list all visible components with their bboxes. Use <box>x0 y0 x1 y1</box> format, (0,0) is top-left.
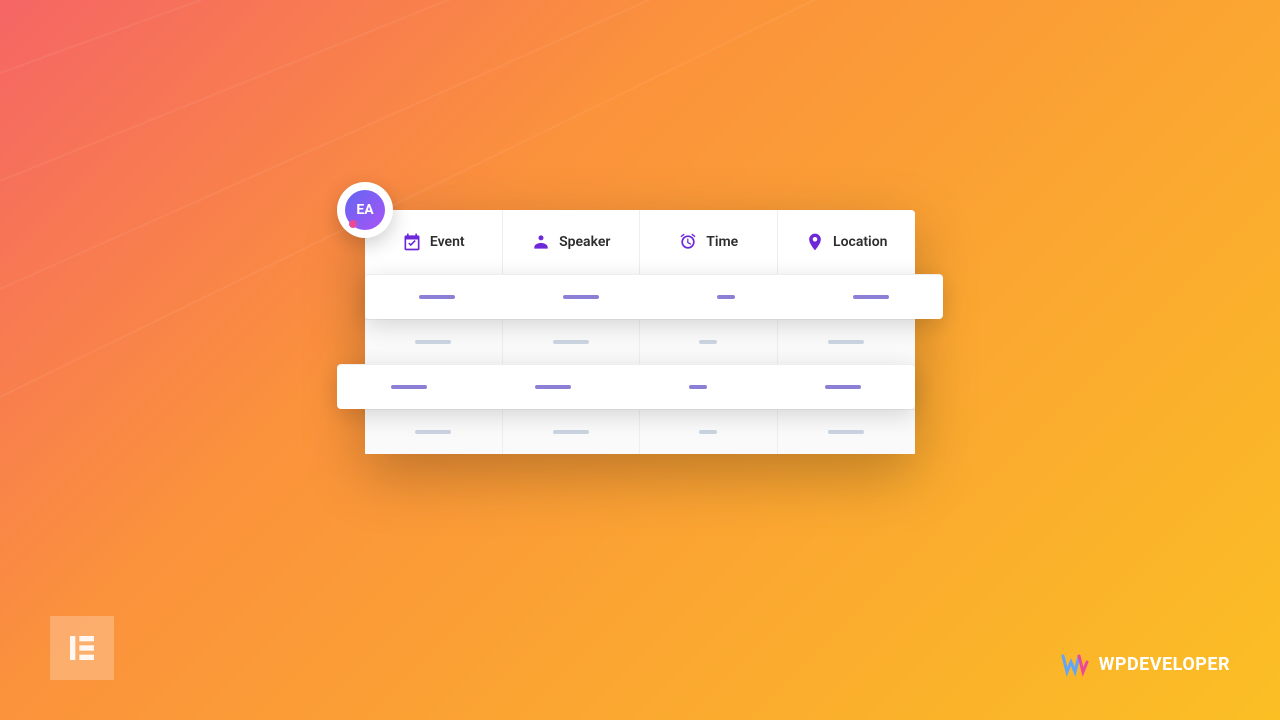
placeholder-icon <box>415 340 451 344</box>
wpdeveloper-label: WPDEVELOPER <box>1099 654 1230 675</box>
table-row[interactable] <box>365 319 915 364</box>
cell-time <box>654 275 799 319</box>
cell-location <box>771 365 916 409</box>
placeholder-icon <box>825 385 861 389</box>
placeholder-icon <box>553 430 589 434</box>
table-header-row: Event Speaker Time Location <box>365 210 915 274</box>
data-table-widget: EA Event Speaker Time Location <box>365 210 915 454</box>
header-label: Time <box>706 234 738 250</box>
ea-plugin-badge: EA <box>337 182 393 238</box>
cell-speaker <box>503 410 641 454</box>
cell-speaker <box>503 320 641 364</box>
placeholder-icon <box>391 385 427 389</box>
table-row[interactable] <box>337 364 915 409</box>
placeholder-icon <box>717 295 735 299</box>
wpdeveloper-icon <box>1061 648 1093 680</box>
clock-icon <box>678 232 698 252</box>
placeholder-icon <box>419 295 455 299</box>
cell-time <box>640 320 778 364</box>
ea-badge-label: EA <box>345 190 385 230</box>
placeholder-icon <box>699 430 717 434</box>
cell-event <box>365 320 503 364</box>
placeholder-icon <box>828 430 864 434</box>
speaker-icon <box>531 232 551 252</box>
cell-speaker <box>482 365 627 409</box>
elementor-logo <box>50 616 114 680</box>
header-label: Event <box>430 234 465 250</box>
table-body <box>365 274 915 454</box>
header-label: Location <box>833 234 887 250</box>
cell-location <box>778 410 916 454</box>
cell-location <box>778 320 916 364</box>
cell-location <box>799 275 944 319</box>
placeholder-icon <box>553 340 589 344</box>
event-icon <box>402 232 422 252</box>
cell-event <box>337 365 482 409</box>
cell-speaker <box>510 275 655 319</box>
placeholder-icon <box>853 295 889 299</box>
wpdeveloper-logo: WPDEVELOPER <box>1061 648 1230 680</box>
cell-time <box>640 410 778 454</box>
cell-event <box>365 410 503 454</box>
table-row[interactable] <box>365 409 915 454</box>
cell-time <box>626 365 771 409</box>
placeholder-icon <box>563 295 599 299</box>
placeholder-icon <box>535 385 571 389</box>
table-row[interactable] <box>365 274 943 319</box>
cell-event <box>365 275 510 319</box>
location-icon <box>805 232 825 252</box>
header-cell-time[interactable]: Time <box>640 210 778 274</box>
placeholder-icon <box>415 430 451 434</box>
header-label: Speaker <box>559 234 610 250</box>
header-cell-location[interactable]: Location <box>778 210 916 274</box>
placeholder-icon <box>828 340 864 344</box>
placeholder-icon <box>699 340 717 344</box>
header-cell-speaker[interactable]: Speaker <box>503 210 641 274</box>
placeholder-icon <box>689 385 707 389</box>
